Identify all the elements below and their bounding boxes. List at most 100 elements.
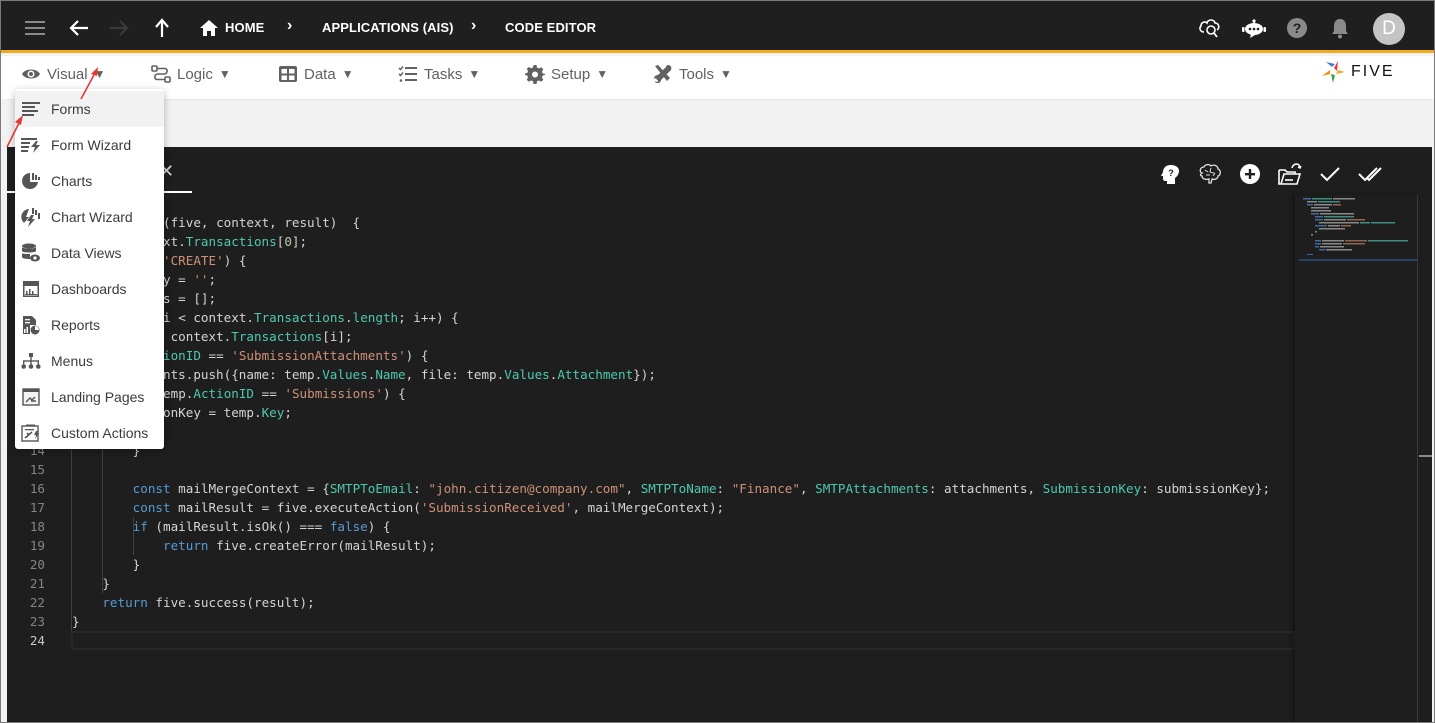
reports-icon: [21, 315, 41, 335]
app-window: HOME › APPLICATIONS (AIS) › CODE EDITOR …: [0, 0, 1435, 723]
check-icon[interactable]: [1317, 161, 1343, 187]
dropdown-item-chart-wizard[interactable]: Chart Wizard: [15, 199, 164, 235]
code-line[interactable]: 8if (temp.ActionID == 'SubmissionAttachm…: [7, 346, 1295, 365]
charts-icon: [21, 171, 41, 191]
code-line[interactable]: 14 }: [7, 441, 1295, 460]
bell-icon[interactable]: [1329, 15, 1351, 41]
data-views-icon: [21, 243, 41, 263]
dropdown-item-label: Custom Actions: [51, 425, 148, 441]
menu-label: Tasks: [424, 66, 462, 83]
minimap-preview: [1295, 195, 1417, 255]
menu-tasks[interactable]: Tasks ▼: [398, 64, 480, 84]
dropdown-item-label: Dashboards: [51, 281, 127, 297]
code-text: const mailResult = five.executeAction('S…: [72, 498, 724, 517]
double-check-icon[interactable]: [1357, 161, 1387, 187]
svg-text:?: ?: [1293, 20, 1302, 36]
menu-icon[interactable]: [23, 15, 47, 41]
dropdown-item-label: Forms: [51, 101, 91, 117]
brain-icon[interactable]: [1197, 161, 1223, 187]
five-logo: FIVE: [1321, 59, 1395, 85]
code-text: return five.success(result);: [72, 593, 315, 612]
code-text: }: [72, 574, 110, 593]
code-line[interactable]: 24: [7, 631, 1295, 650]
open-folder-icon[interactable]: [1277, 161, 1303, 187]
custom-actions-icon: [21, 423, 41, 443]
dropdown-item-landing-pages[interactable]: Landing Pages: [15, 379, 164, 415]
dropdown-item-menus[interactable]: Menus: [15, 343, 164, 379]
code-editor: ✕ ? 1ewSubmission(: [7, 147, 1432, 723]
dropdown-item-form-wizard[interactable]: Form Wizard: [15, 127, 164, 163]
code-line[interactable]: 6(let i = 0; i < context.Transactions.le…: [7, 308, 1295, 327]
code-line[interactable]: 12}: [7, 422, 1295, 441]
code-line[interactable]: 19 return five.createError(mailResult);: [7, 536, 1295, 555]
dropdown-item-label: Form Wizard: [51, 137, 131, 153]
svg-text:?: ?: [1168, 168, 1174, 178]
home-icon[interactable]: [199, 15, 219, 41]
code-line[interactable]: 15: [7, 460, 1295, 479]
dropdown-item-charts[interactable]: Charts: [15, 163, 164, 199]
forward-arrow-icon[interactable]: [107, 15, 131, 41]
code-line[interactable]: 4submissionKey = '';: [7, 270, 1295, 289]
code-line[interactable]: 17 const mailResult = five.executeAction…: [7, 498, 1295, 517]
menus-icon: [21, 351, 41, 371]
dropdown-caret-icon: ▼: [342, 67, 354, 81]
back-arrow-icon[interactable]: [67, 15, 91, 41]
code-text: if (mailResult.isOk() === false) {: [72, 517, 391, 536]
vertical-scrollbar[interactable]: [1417, 195, 1432, 723]
line-number: 24: [7, 631, 45, 650]
main-menu-bar: Visual ▼ Logic ▼ Data ▼ Tasks ▼ Setup ▼ …: [1, 56, 1435, 99]
editor-header-band: [7, 99, 1432, 147]
breadcrumb-applications[interactable]: APPLICATIONS (AIS): [322, 20, 454, 35]
code-line[interactable]: 3rd.Type === 'CREATE') {: [7, 251, 1295, 270]
menu-setup[interactable]: Setup ▼: [525, 64, 608, 84]
code-line[interactable]: 9 attachments.push({name: temp.Values.Na…: [7, 365, 1295, 384]
menu-label: Tools: [679, 66, 714, 83]
line-number: 15: [7, 460, 45, 479]
minimap[interactable]: [1295, 195, 1417, 723]
editor-tab-row: ✕ ?: [7, 147, 1432, 195]
code-lines[interactable]: 1ewSubmission(five, context, result) {2c…: [7, 213, 1295, 650]
help-head-icon[interactable]: ?: [1158, 161, 1184, 187]
code-line[interactable]: 20 }: [7, 555, 1295, 574]
code-line[interactable]: 16 const mailMergeContext = {SMTPToEmail…: [7, 479, 1295, 498]
dashboards-icon: [21, 279, 41, 299]
chart-wizard-icon: [21, 207, 41, 227]
menu-label: Logic: [177, 66, 213, 83]
dropdown-item-custom-actions[interactable]: Custom Actions: [15, 415, 164, 451]
dropdown-caret-icon: ▼: [596, 67, 608, 81]
code-line[interactable]: 22 return five.success(result);: [7, 593, 1295, 612]
code-text: }: [72, 555, 140, 574]
cloud-search-icon[interactable]: [1197, 15, 1223, 41]
add-circle-icon[interactable]: [1237, 161, 1263, 187]
menu-tools[interactable]: Tools ▼: [653, 64, 732, 84]
chevron-right-icon: ›: [287, 17, 292, 35]
code-text: }: [72, 612, 80, 631]
code-line[interactable]: 5t attachments = [];: [7, 289, 1295, 308]
code-line[interactable]: 7const temp = context.Transactions[i];: [7, 327, 1295, 346]
code-line[interactable]: 10} else if (temp.ActionID == 'Submissio…: [7, 384, 1295, 403]
menu-label: Data: [304, 66, 336, 83]
dropdown-item-dashboards[interactable]: Dashboards: [15, 271, 164, 307]
dropdown-item-reports[interactable]: Reports: [15, 307, 164, 343]
help-icon[interactable]: ?: [1285, 15, 1309, 41]
scrollbar-thumb[interactable]: [1419, 455, 1432, 457]
code-line[interactable]: 1ewSubmission(five, context, result) {: [7, 213, 1295, 232]
landing-pages-icon: [21, 387, 41, 407]
code-line[interactable]: 2cord = context.Transactions[0];: [7, 232, 1295, 251]
gear-icon: [525, 64, 545, 84]
visual-dropdown-menu: Forms Form Wizard Charts Chart Wizard Da…: [15, 89, 164, 449]
code-line[interactable]: 21 }: [7, 574, 1295, 593]
up-arrow-icon[interactable]: [151, 15, 173, 41]
code-line[interactable]: 18 if (mailResult.isOk() === false) {: [7, 517, 1295, 536]
chatbot-icon[interactable]: [1241, 15, 1267, 41]
code-line[interactable]: 11 submissionKey = temp.Key;: [7, 403, 1295, 422]
top-app-bar: HOME › APPLICATIONS (AIS) › CODE EDITOR …: [1, 1, 1435, 53]
code-line[interactable]: 23}: [7, 612, 1295, 631]
breadcrumb-home[interactable]: HOME: [225, 20, 264, 35]
five-logo-mark: [1321, 59, 1347, 85]
menu-logic[interactable]: Logic ▼: [151, 64, 231, 84]
avatar[interactable]: D: [1373, 13, 1405, 45]
line-number: 18: [7, 517, 45, 536]
menu-data[interactable]: Data ▼: [278, 64, 354, 84]
dropdown-item-data-views[interactable]: Data Views: [15, 235, 164, 271]
